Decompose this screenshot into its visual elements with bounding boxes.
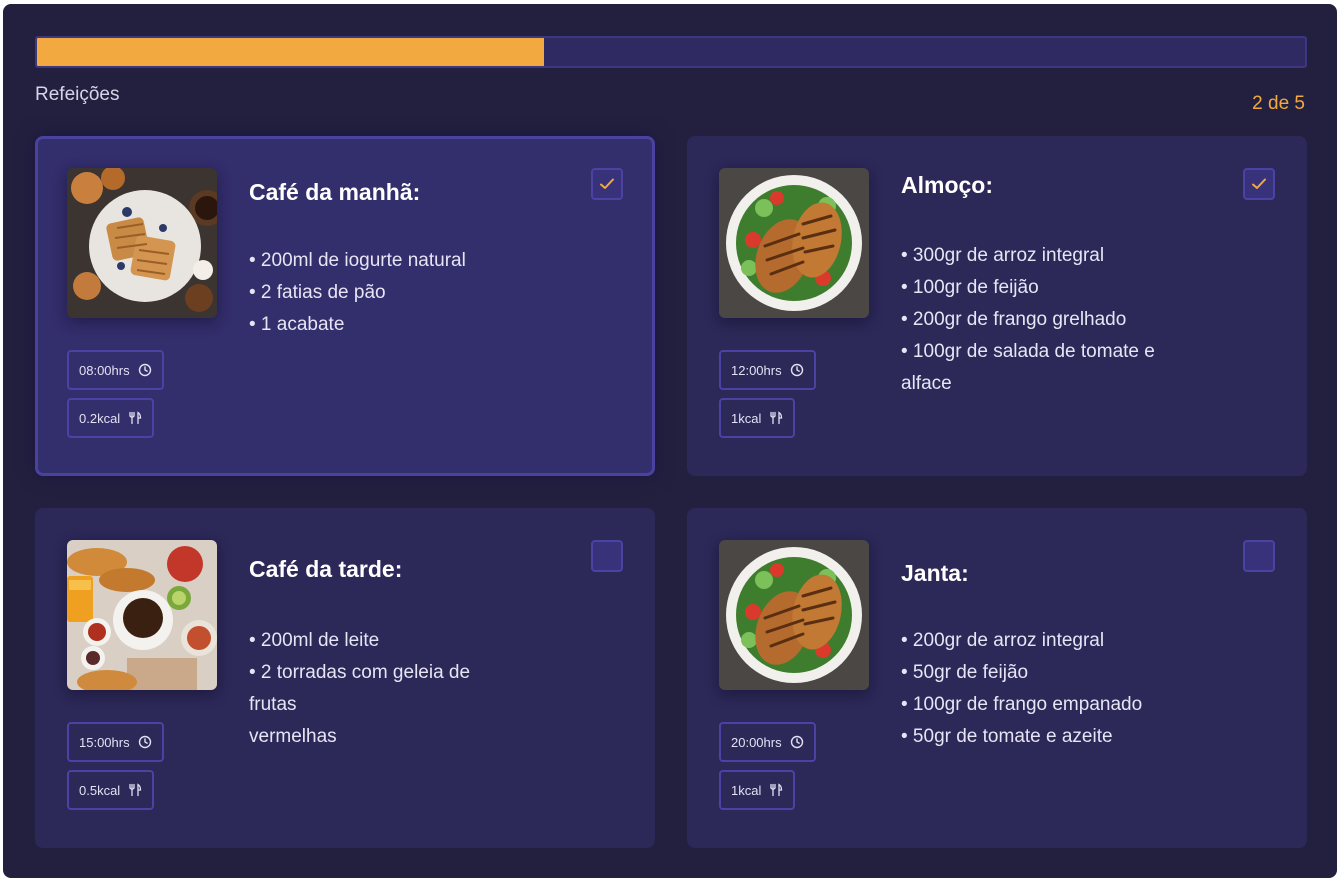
meal-card-dinner[interactable]: Janta: • 200gr de arroz integral • 50gr … <box>687 508 1307 848</box>
time-label: 15:00hrs <box>79 734 130 750</box>
meal-item: • 1 acabate <box>249 314 345 335</box>
meal-item: • 200ml de leite <box>249 630 380 651</box>
section-label: Refeições <box>35 84 120 105</box>
meal-image-breakfast <box>67 168 217 318</box>
calories-label: 1kcal <box>731 410 762 426</box>
calories-chip: 1kcal <box>719 770 796 810</box>
clock-icon <box>138 735 151 749</box>
meal-card-lunch[interactable]: Almoço: • 300gr de arroz integral • 100g… <box>687 136 1307 476</box>
calories-label: 0.5kcal <box>79 782 121 798</box>
time-chip: 08:00hrs <box>67 350 164 390</box>
meal-card-afternoon[interactable]: Café da tarde: • 200ml de leite • 2 torr… <box>35 508 655 848</box>
progress-counter: 2 de 5 <box>1252 93 1305 114</box>
meal-checkbox[interactable] <box>591 168 623 200</box>
meal-item: • 2 torradas com geleia de <box>249 662 471 683</box>
meal-checkbox[interactable] <box>591 540 623 572</box>
meal-items-list: • 200ml de iogurte natural • 2 fatias de… <box>249 245 539 341</box>
meal-item: • 50gr de feijão <box>901 662 1029 683</box>
meal-item: • 200gr de arroz integral <box>901 630 1105 651</box>
progress-fill <box>37 38 545 66</box>
clock-icon <box>790 363 803 377</box>
meal-image-lunch <box>719 168 869 318</box>
clock-icon <box>138 363 151 377</box>
fork-knife-icon <box>770 411 783 425</box>
fork-knife-icon <box>129 411 142 425</box>
meal-items-list: • 200ml de leite • 2 torradas com geleia… <box>249 625 539 753</box>
meal-items-list: • 300gr de arroz integral • 100gr de fei… <box>901 240 1191 400</box>
meal-card-breakfast[interactable]: Café da manhã: • 200ml de iogurte natura… <box>35 136 655 476</box>
checkmark-icon <box>600 178 614 189</box>
meal-item: • 100gr de frango empanado <box>901 694 1143 715</box>
meal-item: alface <box>901 373 952 394</box>
clock-icon <box>790 735 803 749</box>
fork-knife-icon <box>770 783 783 797</box>
meal-title: Café da tarde: <box>249 556 403 582</box>
meal-panel: Refeições 2 de 5 Café da manhã: • 200ml … <box>3 4 1337 878</box>
progress-bar <box>35 36 1307 68</box>
calories-label: 1kcal <box>731 782 762 798</box>
meal-item: • 300gr de arroz integral <box>901 245 1105 266</box>
calories-label: 0.2kcal <box>79 410 121 426</box>
fork-knife-icon <box>129 783 142 797</box>
calories-chip: 0.5kcal <box>67 770 155 810</box>
time-chip: 12:00hrs <box>719 350 816 390</box>
meal-item: vermelhas <box>249 726 337 747</box>
meal-item: • 50gr de tomate e azeite <box>901 726 1113 747</box>
meal-item: frutas <box>249 694 297 715</box>
time-label: 12:00hrs <box>731 362 782 378</box>
calories-chip: 1kcal <box>719 398 796 438</box>
meal-image-dinner <box>719 540 869 690</box>
time-label: 20:00hrs <box>731 734 782 750</box>
meal-image-afternoon <box>67 540 217 690</box>
meal-item: • 200ml de iogurte natural <box>249 250 466 271</box>
calories-chip: 0.2kcal <box>67 398 155 438</box>
meal-title: Café da manhã: <box>249 179 421 205</box>
checkmark-icon <box>1252 178 1266 189</box>
time-chip: 20:00hrs <box>719 722 816 762</box>
meal-item: • 100gr de salada de tomate e <box>901 341 1155 362</box>
time-chip: 15:00hrs <box>67 722 164 762</box>
meal-item: • 100gr de feijão <box>901 277 1039 298</box>
meal-checkbox[interactable] <box>1243 168 1275 200</box>
meal-title: Almoço: <box>901 172 993 198</box>
time-label: 08:00hrs <box>79 362 130 378</box>
meal-item: • 2 fatias de pão <box>249 282 386 303</box>
meal-checkbox[interactable] <box>1243 540 1275 572</box>
meal-item: • 200gr de frango grelhado <box>901 309 1127 330</box>
meal-title: Janta: <box>901 560 969 586</box>
meal-items-list: • 200gr de arroz integral • 50gr de feij… <box>901 625 1191 753</box>
